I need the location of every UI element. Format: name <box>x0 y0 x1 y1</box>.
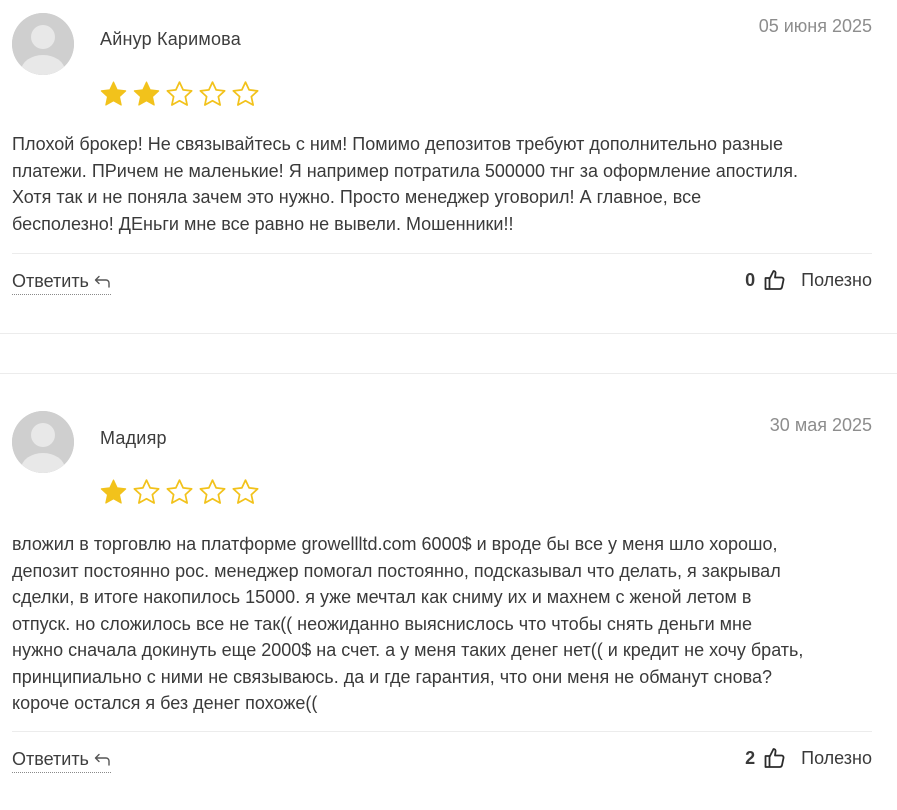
review-date: 05 июня 2025 <box>758 16 872 36</box>
review-text-line: принципиально с ними не связываюсь. да и… <box>12 666 773 687</box>
review-text-line: нужно сначала докинуть еще 2000$ на счет… <box>12 640 804 660</box>
divider <box>12 731 872 732</box>
review-date: 30 мая 2025 <box>769 415 872 435</box>
review-text-line: вложил в торговлю на платформе growelllt… <box>12 534 778 554</box>
user-avatar-icon <box>12 13 74 75</box>
star-icon <box>100 479 127 504</box>
helpful-count: 0 <box>745 269 756 290</box>
review-author: Айнур Каримова <box>100 29 241 49</box>
rating-stars <box>98 79 261 109</box>
star-icon <box>166 81 193 106</box>
helpful-block: 0 Полезно <box>745 268 872 292</box>
review-text-line: платежи. ПРичем не маленькие! Я например… <box>12 160 799 181</box>
star-icon <box>133 479 160 504</box>
review-text-line: отпуск. но сложилось все не так(( неожид… <box>12 613 752 634</box>
review-text-line: короче остался я без денег похоже(( <box>12 693 318 713</box>
review-text-line: Хотя так и не поняла зачем это нужно. Пр… <box>12 187 702 207</box>
star-icon <box>199 479 226 504</box>
star-icon <box>232 81 259 106</box>
helpful-button[interactable]: Полезно <box>801 748 872 769</box>
rating-stars <box>98 477 261 507</box>
review-text-line: депозит постоянно рос. менеджер помогал … <box>12 560 781 581</box>
reply-arrow-icon <box>94 275 110 288</box>
helpful-block: 2 Полезно <box>745 746 872 770</box>
star-icon <box>232 479 259 504</box>
reply-arrow-icon <box>94 753 110 766</box>
review-card: Айнур Каримова 05 июня 2025 Плохой броке… <box>0 0 897 334</box>
star-icon <box>100 81 127 106</box>
reply-button[interactable]: Ответить <box>12 749 111 773</box>
star-icon <box>133 81 160 106</box>
review-text-line: сделки, в итоге накопилось 15000. я уже … <box>12 587 752 607</box>
thumbs-up-icon[interactable] <box>763 746 787 770</box>
star-icon <box>166 479 193 504</box>
helpful-count: 2 <box>745 747 756 768</box>
helpful-button[interactable]: Полезно <box>801 270 872 291</box>
thumbs-up-icon[interactable] <box>763 268 787 292</box>
divider <box>12 253 872 254</box>
reply-button[interactable]: Ответить <box>12 271 111 295</box>
reply-label: Ответить <box>12 749 89 769</box>
review-card: Мадияр 30 мая 2025 вложил в торговлю на … <box>0 373 897 810</box>
review-text-line: бесполезно! ДЕньги мне все равно не выве… <box>12 213 514 234</box>
review-author: Мадияр <box>100 428 167 448</box>
star-icon <box>199 81 226 106</box>
review-text-line: Плохой брокер! Не связывайтесь с ним! По… <box>12 134 783 154</box>
review-text: вложил в торговлю на платформе growelllt… <box>12 531 882 717</box>
user-avatar-icon <box>12 411 74 473</box>
review-text: Плохой брокер! Не связывайтесь с ним! По… <box>12 131 882 237</box>
reply-label: Ответить <box>12 271 89 291</box>
